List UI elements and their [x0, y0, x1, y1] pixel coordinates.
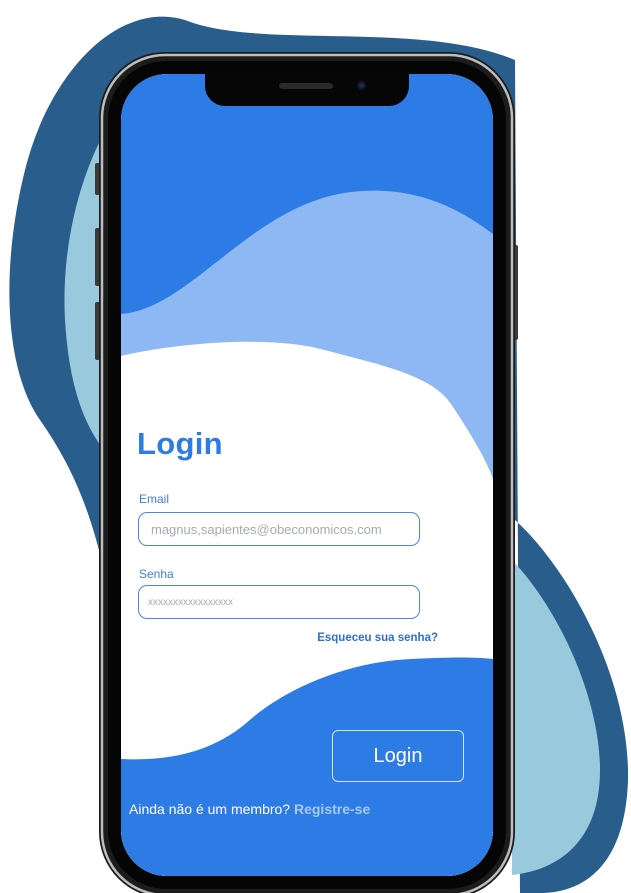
phone-notch [205, 74, 409, 106]
signup-link[interactable]: Registre-se [294, 801, 370, 817]
signup-row: Ainda não é um membro? Registre-se [129, 801, 370, 817]
password-field[interactable] [138, 585, 420, 619]
phone-screen: Login Email Senha Esqueceu sua senha? Lo… [121, 74, 493, 876]
signup-prompt: Ainda não é um membro? [129, 801, 291, 817]
forgot-password-link[interactable]: Esqueceu sua senha? [317, 632, 438, 644]
password-label: Senha [139, 567, 174, 581]
camera-icon [357, 81, 366, 90]
page-title: Login [137, 426, 223, 461]
login-button[interactable]: Login [332, 730, 464, 782]
speaker-icon [279, 83, 333, 89]
email-field[interactable] [138, 512, 420, 546]
email-label: Email [139, 492, 170, 506]
